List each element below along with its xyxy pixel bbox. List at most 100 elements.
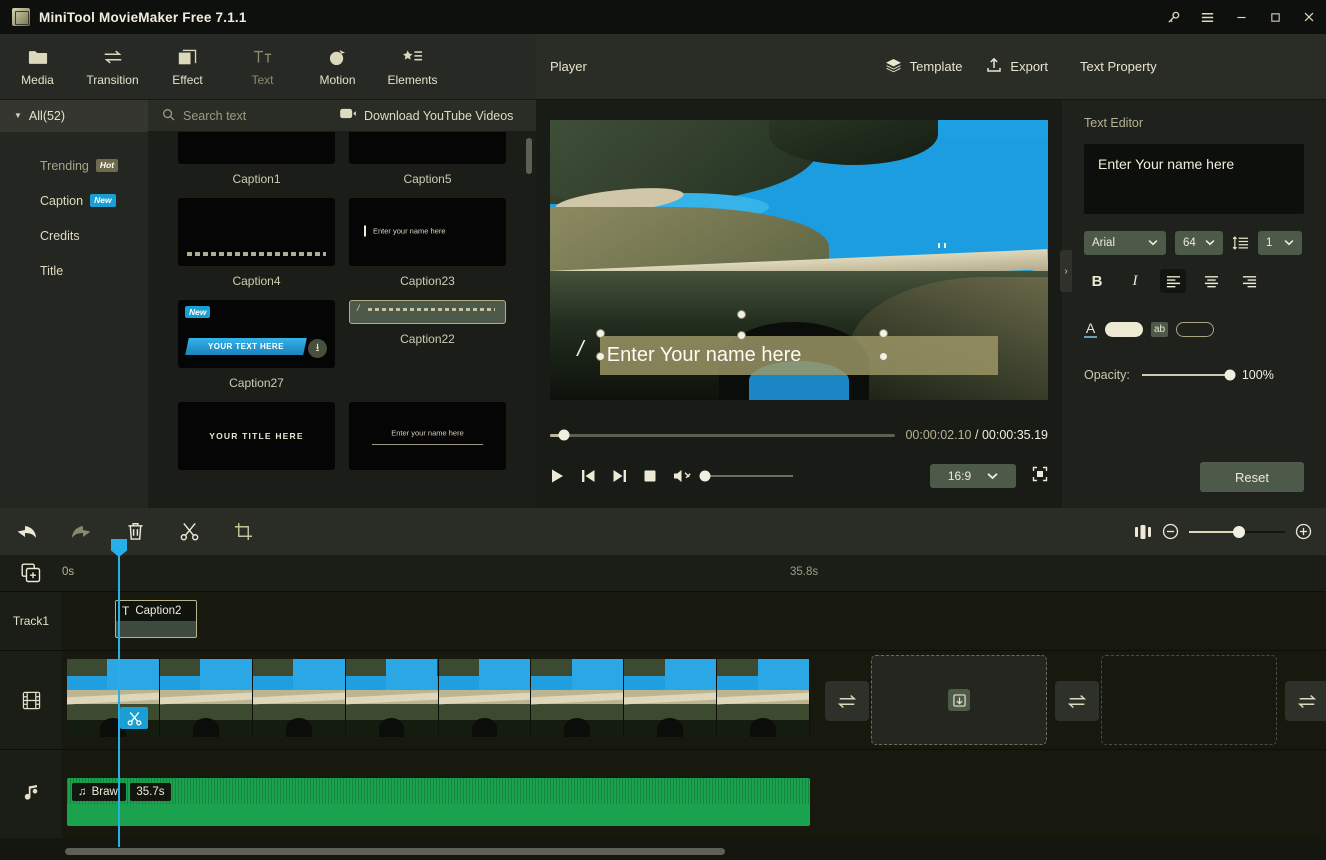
fit-timeline-icon[interactable]: [1134, 524, 1152, 540]
italic-button[interactable]: I: [1122, 269, 1148, 293]
template-item[interactable]: Caption5: [349, 132, 506, 198]
chevron-down-icon: [1205, 237, 1215, 249]
split-marker-icon[interactable]: [120, 707, 148, 729]
redo-button[interactable]: [54, 508, 108, 555]
transition-button[interactable]: [825, 681, 869, 721]
download-youtube-button[interactable]: Download YouTube Videos: [340, 108, 513, 123]
caption-clip[interactable]: T Caption2: [115, 600, 197, 638]
fullscreen-button[interactable]: [1032, 466, 1048, 487]
crop-button[interactable]: [216, 508, 270, 555]
play-button[interactable]: [550, 468, 565, 484]
ribbon-tab-elements[interactable]: Elements: [375, 34, 450, 100]
track-body-audio[interactable]: ♫ Brawl 35.7s: [62, 750, 1326, 838]
template-button[interactable]: Template: [885, 58, 962, 76]
transition-button[interactable]: [1285, 681, 1326, 721]
ribbon-tab-text[interactable]: Text: [225, 34, 300, 100]
timeline-scrollbar[interactable]: [0, 846, 1326, 856]
category-trending[interactable]: Trending Hot: [0, 148, 148, 183]
template-item[interactable]: Caption1: [178, 132, 335, 198]
template-item[interactable]: Enter your name here Caption23: [349, 198, 506, 300]
align-right-button[interactable]: [1236, 269, 1262, 293]
previous-frame-button[interactable]: [581, 468, 596, 484]
media-drop-zone[interactable]: [871, 655, 1047, 745]
font-family-select[interactable]: Arial: [1084, 231, 1166, 255]
template-thumbnail-selected[interactable]: /: [349, 300, 506, 324]
zoom-knob[interactable]: [1232, 525, 1245, 538]
split-button[interactable]: [162, 508, 216, 555]
panel-collapse-handle[interactable]: ›: [1060, 250, 1072, 292]
timeline-scrollbar-thumb[interactable]: [65, 848, 725, 855]
timeline-zoom-slider[interactable]: [1189, 525, 1285, 538]
timeline-ruler[interactable]: 0s 35.8s: [0, 555, 1326, 591]
volume-knob[interactable]: [699, 470, 711, 482]
template-item[interactable]: Enter your name here: [349, 402, 506, 482]
line-spacing-select[interactable]: 1: [1258, 231, 1302, 255]
zoom-in-button[interactable]: [1295, 523, 1312, 540]
template-item[interactable]: Caption4: [178, 198, 335, 300]
line-spacing-value: 1: [1266, 237, 1273, 249]
export-button[interactable]: Export: [986, 57, 1048, 76]
overlay-handle-right[interactable]: [878, 328, 888, 338]
template-thumbnail[interactable]: [178, 198, 335, 266]
next-frame-button[interactable]: [612, 468, 627, 484]
overlay-handle-left[interactable]: [595, 328, 605, 338]
align-left-button[interactable]: [1160, 269, 1186, 293]
transition-button[interactable]: [1055, 681, 1099, 721]
seek-knob[interactable]: [558, 429, 570, 441]
close-button[interactable]: [1292, 0, 1326, 34]
category-caption[interactable]: Caption New: [0, 183, 148, 218]
font-size-select[interactable]: 64: [1175, 231, 1223, 255]
bold-glyph: B: [1091, 272, 1103, 290]
template-thumbnail[interactable]: [178, 132, 335, 164]
template-thumbnail[interactable]: YOUR TITLE HERE: [178, 402, 335, 470]
text-overlay[interactable]: Enter Your name here: [599, 335, 999, 375]
ribbon-tab-transition[interactable]: Transition: [75, 34, 150, 100]
template-item[interactable]: YOUR TITLE HERE: [178, 402, 335, 482]
track-body-text[interactable]: T Caption2: [62, 592, 1326, 650]
volume-slider[interactable]: [699, 470, 793, 482]
stop-button[interactable]: [643, 469, 657, 483]
menu-icon[interactable]: [1190, 0, 1224, 34]
aspect-ratio-select[interactable]: 16:9: [930, 464, 1016, 488]
template-item[interactable]: New YOUR TEXT HERE ⭳ Caption27: [178, 300, 335, 402]
template-item[interactable]: / Caption22: [349, 300, 506, 402]
background-color-swatch[interactable]: [1176, 322, 1214, 337]
media-drop-zone[interactable]: [1101, 655, 1277, 745]
zoom-out-button[interactable]: [1162, 523, 1179, 540]
category-title[interactable]: Title: [0, 253, 148, 288]
library-all-filter[interactable]: ▼ All(52): [0, 99, 148, 132]
opacity-knob[interactable]: [1224, 369, 1236, 381]
ribbon-tab-effect[interactable]: Effect: [150, 34, 225, 100]
template-thumbnail[interactable]: Enter your name here: [349, 198, 506, 266]
opacity-slider[interactable]: [1141, 369, 1236, 381]
template-thumbnail[interactable]: [349, 132, 506, 164]
template-thumbnail[interactable]: New YOUR TEXT HERE ⭳: [178, 300, 335, 368]
key-icon[interactable]: [1156, 0, 1190, 34]
audio-clip[interactable]: ♫ Brawl 35.7s: [67, 778, 810, 826]
search-input[interactable]: Search text: [148, 100, 338, 132]
template-decor: [371, 444, 484, 445]
video-clip[interactable]: [67, 659, 810, 737]
text-color-swatch[interactable]: [1105, 322, 1143, 337]
effect-icon: [178, 46, 197, 68]
ribbon-tab-media[interactable]: Media: [0, 34, 75, 100]
category-credits[interactable]: Credits: [0, 218, 148, 253]
seek-slider[interactable]: [550, 429, 896, 441]
audio-waveform: [67, 778, 810, 804]
reset-button[interactable]: Reset: [1200, 462, 1304, 492]
template-grid-scrollbar[interactable]: [526, 138, 532, 174]
video-preview[interactable]: / Enter Your name here: [550, 120, 1048, 400]
maximize-button[interactable]: [1258, 0, 1292, 34]
download-icon[interactable]: ⭳: [308, 339, 327, 358]
template-thumbnail[interactable]: Enter your name here: [349, 402, 506, 470]
minimize-button[interactable]: [1224, 0, 1258, 34]
playhead[interactable]: [111, 539, 127, 847]
ribbon-tab-motion[interactable]: Motion: [300, 34, 375, 100]
bold-button[interactable]: B: [1084, 269, 1110, 293]
mute-button[interactable]: [673, 468, 693, 484]
add-media-button[interactable]: [0, 555, 62, 591]
undo-button[interactable]: [0, 508, 54, 555]
text-editor-input[interactable]: Enter Your name here: [1084, 144, 1304, 214]
align-center-button[interactable]: [1198, 269, 1224, 293]
track-body-video[interactable]: [62, 651, 1326, 749]
